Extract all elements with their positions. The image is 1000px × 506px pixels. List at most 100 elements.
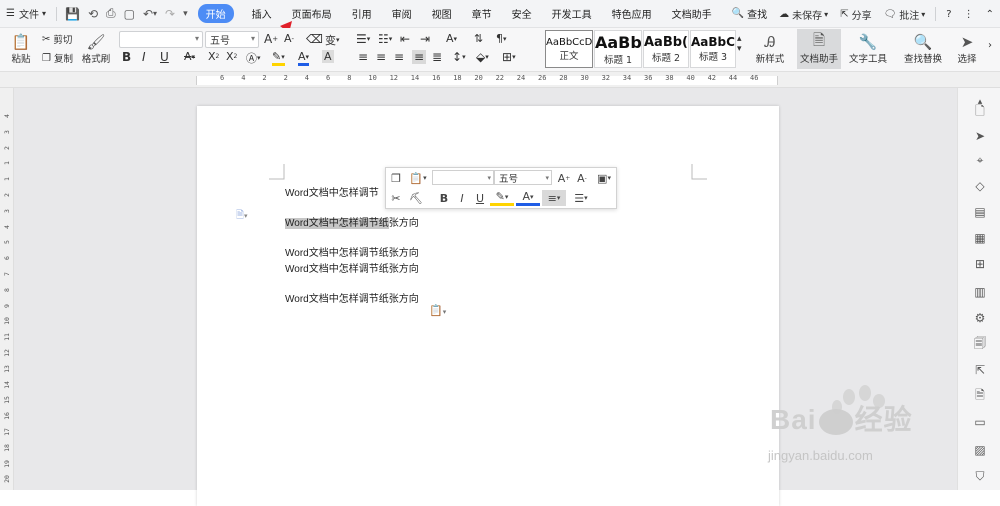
font-size-select[interactable]: 五号 ▾ (205, 31, 259, 48)
subscript-button[interactable]: X2 (226, 50, 237, 63)
superscript-button[interactable]: X2 (208, 50, 219, 63)
share-button[interactable]: ⇱ 分享 (834, 0, 877, 28)
style-heading-1[interactable]: AaBb 标题 1 (594, 30, 642, 68)
italic-button[interactable]: I (142, 50, 146, 64)
print-preview-icon[interactable]: ▢ (120, 0, 139, 28)
style-picker-icon[interactable]: ▣ ▾ (592, 170, 616, 186)
mini-underline-button[interactable]: U (472, 190, 488, 206)
template-icon[interactable]: ▤ (972, 204, 988, 220)
shield-icon[interactable]: ⛉ (972, 468, 988, 484)
text-effect-button[interactable]: Ⓐ ▾ (246, 50, 261, 66)
new-doc-icon[interactable]: 🗋 (972, 104, 988, 120)
paragraph-line[interactable]: Word文档中怎样调节纸张方向 (285, 244, 419, 259)
doc-assistant-button[interactable]: 🗎 文档助手 (797, 29, 841, 69)
cut-button[interactable]: ✂ 剪切 (42, 31, 72, 47)
align-center-button[interactable]: ≡ (376, 50, 386, 64)
line-spacing-button[interactable]: ↕ ▾ (452, 50, 466, 64)
tab-home[interactable]: 开始 (197, 0, 234, 28)
mini-italic-button[interactable]: I (454, 190, 470, 206)
tab-doc-assistant[interactable]: 文档助手 (662, 0, 722, 28)
tab-references[interactable]: 引用 (342, 0, 382, 28)
undo-icon[interactable]: ↶ ▾ (139, 0, 161, 28)
shrink-font-icon[interactable]: A- (574, 170, 590, 186)
shrink-font-button[interactable]: A- (284, 32, 294, 45)
mini-highlight-button[interactable]: ✎ ▾ (490, 190, 514, 206)
style-heading-2[interactable]: AaBb( 标题 2 (643, 30, 689, 68)
chart-icon[interactable]: ▥ (972, 284, 988, 300)
collapse-ribbon-icon[interactable]: ⌃ (980, 0, 1000, 28)
tab-review[interactable]: 审阅 (382, 0, 422, 28)
paragraph-handle-icon[interactable]: 🗎▾ (236, 208, 248, 225)
paragraph-line[interactable]: Word文档中怎样调节纸张方向 (285, 290, 419, 305)
paste-options-icon[interactable]: 📋▾ (429, 304, 446, 317)
select-button[interactable]: ➤ 选择 (950, 30, 984, 68)
document-page[interactable]: Word文档中怎样调节 Word文档中怎样调节纸张方向 Word文档中怎样调节纸… (197, 106, 779, 506)
paragraph-line-selected[interactable]: Word文档中怎样调节纸张方向 (285, 214, 419, 229)
sort-button[interactable]: ⇅ (474, 32, 483, 45)
ribbon-scroll-right-icon[interactable]: › (988, 40, 992, 51)
redo-icon[interactable]: ↷ (161, 0, 179, 28)
print-icon[interactable]: ⎙ (102, 0, 120, 28)
tab-developer[interactable]: 开发工具 (542, 0, 602, 28)
bullets-button[interactable]: ☰ ▾ (356, 32, 370, 46)
copy-icon[interactable]: ❐ (388, 170, 404, 186)
grid-icon[interactable]: ⊞ (972, 256, 988, 272)
new-style-button[interactable]: Ꭿ 新样式 (750, 30, 790, 68)
translate-icon[interactable]: 🗐 (972, 336, 988, 352)
document-check-icon[interactable]: 🗎 (972, 388, 988, 404)
image-icon[interactable]: ▨ (972, 442, 988, 458)
unsaved-button[interactable]: ☁ 未保存 ▾ (773, 0, 834, 28)
numbering-button[interactable]: ☷ ▾ (378, 32, 392, 46)
decrease-indent-button[interactable]: ⇤ (400, 32, 410, 46)
scissors-icon[interactable]: ✂ (388, 190, 404, 206)
styles-expand-button[interactable]: ▴ ▾ (737, 34, 742, 54)
cloud-sync-icon[interactable]: ⟲ (84, 0, 102, 28)
cursor-icon[interactable]: ➤ (972, 128, 988, 144)
tab-view[interactable]: 视图 (422, 0, 462, 28)
save-icon[interactable]: 💾 (61, 0, 84, 28)
tab-chapter[interactable]: 章节 (462, 0, 502, 28)
style-normal[interactable]: AaBbCcDd 正文 (545, 30, 593, 68)
mini-font-size-select[interactable]: 五号 ▾ (494, 170, 552, 185)
settings-sliders-icon[interactable]: ⚙ (972, 310, 988, 326)
mini-line-spacing-button[interactable]: ☰ ▾ (568, 190, 594, 206)
shading-button[interactable]: ⬙ ▾ (476, 50, 489, 64)
more-chevron-icon[interactable]: ▾ (179, 0, 192, 28)
find-replace-button[interactable]: 🔍 查找替换 (900, 30, 946, 68)
strikethrough-button[interactable]: A ▾ (184, 50, 195, 63)
mini-bold-button[interactable]: B (436, 190, 452, 206)
archive-icon[interactable]: ▭ (972, 414, 988, 430)
phonetic-guide-icon[interactable]: 变 ▾ (325, 32, 340, 48)
tab-features[interactable]: 特色应用 (602, 0, 662, 28)
table-icon[interactable]: ▦ (972, 230, 988, 246)
grow-font-icon[interactable]: A + (556, 170, 572, 186)
shapes-icon[interactable]: ◇ (972, 178, 988, 194)
paste-button[interactable]: 📋 粘贴 (6, 30, 36, 68)
more-vertical-icon[interactable]: ⋮ (958, 0, 980, 28)
clear-format-icon[interactable]: ⌫ (306, 32, 323, 46)
align-left-button[interactable]: ≡ (358, 50, 368, 64)
show-marks-button[interactable]: ¶ ▾ (496, 32, 507, 45)
export-icon[interactable]: ⇱ (972, 362, 988, 378)
bold-button[interactable]: B (122, 50, 131, 64)
paragraph-line[interactable]: Word文档中怎样调节 (285, 184, 379, 199)
mini-font-name-select[interactable]: ▾ (432, 170, 494, 185)
tab-security[interactable]: 安全 (502, 0, 542, 28)
mini-font-color-button[interactable]: A ▾ (516, 190, 540, 206)
align-right-button[interactable]: ≡ (394, 50, 404, 64)
copy-button[interactable]: ❐ 复制 (42, 50, 73, 66)
text-tools-button[interactable]: 🔧 文字工具 (844, 30, 892, 68)
highlight-color-button[interactable]: ✎ ▾ (272, 50, 285, 66)
paste-icon[interactable]: 📋 ▾ (406, 170, 430, 186)
location-icon[interactable]: ⌖ (972, 152, 988, 168)
grow-font-button[interactable]: A + (264, 32, 278, 46)
search-tab[interactable]: 🔍 查找 (722, 0, 777, 28)
file-menu[interactable]: ☰ 文件 ▾ (0, 0, 52, 28)
format-painter-icon[interactable]: ⛏ (406, 190, 426, 206)
horizontal-ruler[interactable]: 6 4 2 2 4 6 8 10 12 14 16 18 20 22 24 26 28 30 32 34 36 38 40 4… (0, 72, 1000, 88)
vertical-ruler[interactable]: 4 3 2 1 1 2 3 4 5 6 7 8 9 10 11 12 13 14 15 16 17 18 19 20 (0, 88, 14, 490)
font-name-select[interactable]: ▾ (119, 31, 203, 48)
format-painter-button[interactable]: 🖌 格式刷 (80, 30, 112, 68)
font-color-button[interactable]: A ▾ (298, 50, 310, 66)
mini-align-button[interactable]: ≡ ▾ (542, 190, 566, 206)
